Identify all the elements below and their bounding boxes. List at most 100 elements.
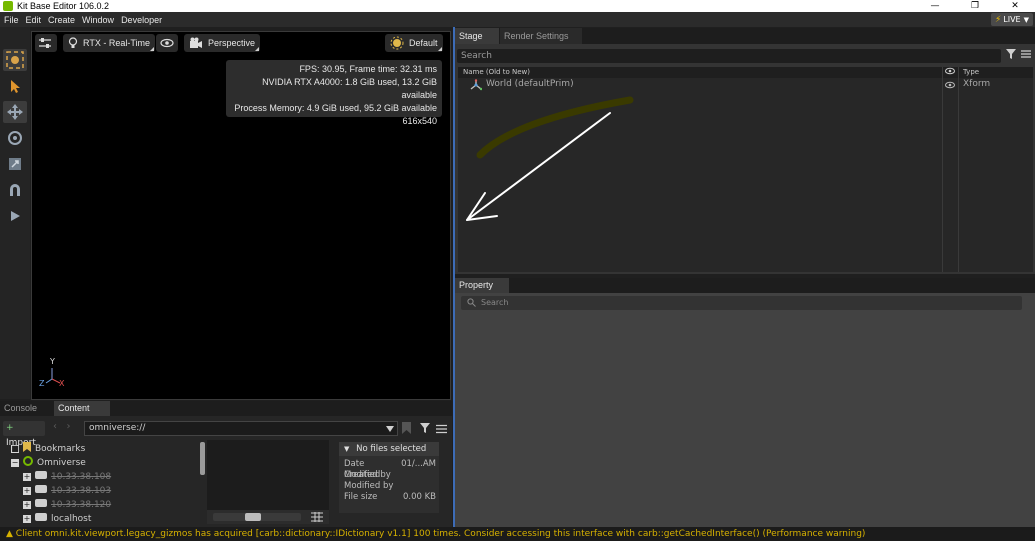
memory-stat: Process Memory: 4.9 GiB used, 95.2 GiB a…: [234, 103, 437, 113]
tree-item-bookmarks[interactable]: ■ Bookmarks: [11, 442, 85, 455]
camera-button[interactable]: Perspective: [184, 34, 261, 52]
detail-value: 01/...AM: [401, 459, 436, 469]
omniverse-icon: [23, 456, 33, 469]
tab-stage[interactable]: Stage: [455, 28, 499, 44]
column-separator: [942, 67, 943, 272]
chevron-down-icon: ▼: [1023, 15, 1029, 24]
move-tool[interactable]: [3, 101, 27, 123]
tab-render-settings[interactable]: Render Settings: [500, 28, 582, 44]
menu-file[interactable]: File: [0, 15, 22, 25]
render-mode-button[interactable]: RTX - Real-Time: [63, 34, 156, 52]
tree-expander[interactable]: +: [23, 486, 31, 495]
tree-item-label: Omniverse: [37, 457, 86, 468]
server-icon: [35, 485, 47, 496]
live-button[interactable]: ⚡ LIVE ▼: [990, 13, 1033, 26]
row-type: Xform: [963, 79, 991, 89]
sliders-icon: [39, 38, 51, 48]
slider-handle[interactable]: [245, 513, 261, 521]
filter-icon[interactable]: [1006, 49, 1016, 63]
path-input[interactable]: omniverse://: [84, 421, 398, 436]
status-bar: ▲ Client omni.kit.viewport.legacy_gizmos…: [0, 527, 1035, 541]
lighting-button[interactable]: Default: [385, 34, 443, 52]
column-type-header[interactable]: Type: [963, 68, 979, 76]
eye-icon: [160, 38, 174, 48]
close-button[interactable]: ✕: [995, 0, 1035, 12]
select-tool[interactable]: [3, 75, 27, 97]
detail-label: Created by: [344, 470, 391, 480]
rotate-icon: [8, 131, 22, 145]
tree-expander[interactable]: −: [11, 458, 19, 467]
tree-item-server[interactable]: + 10.33.38.108: [23, 470, 111, 483]
rotate-tool[interactable]: [3, 127, 27, 149]
select-mode-tool[interactable]: [3, 49, 27, 71]
file-grid[interactable]: [207, 440, 329, 524]
column-name-header[interactable]: Name (Old to New): [463, 68, 530, 76]
scale-icon: [9, 158, 21, 170]
detail-label: Date Modified: [344, 459, 381, 480]
detail-file-size: File size 0.00 KB: [339, 492, 439, 503]
lightning-icon: ⚡: [994, 14, 1002, 25]
tree-item-server[interactable]: + 10.33.38.103: [23, 484, 111, 497]
stage-search-input[interactable]: Search: [457, 49, 1001, 63]
tab-property[interactable]: Property: [455, 278, 509, 293]
grid-view-icon[interactable]: [311, 512, 323, 525]
menu-developer[interactable]: Developer: [117, 15, 165, 25]
tree-expander[interactable]: +: [23, 514, 31, 523]
menu-icon[interactable]: [1021, 49, 1031, 62]
lighting-label: Default: [409, 38, 438, 48]
lightbulb-icon: [68, 37, 78, 49]
viewport[interactable]: RTX - Real-Time Perspective Default FPS:…: [31, 31, 451, 400]
tree-scrollbar[interactable]: [200, 442, 205, 475]
minimize-button[interactable]: —: [915, 0, 955, 12]
thumbnail-size-slider[interactable]: [213, 513, 301, 521]
detail-created-by: Created by: [339, 470, 439, 481]
menu-create[interactable]: Create: [44, 15, 78, 25]
axis-z-label: Z: [39, 379, 45, 388]
tree-item-label: 10.33.38.108: [51, 471, 112, 482]
visibility-button[interactable]: [156, 34, 178, 52]
viewport-toolbar: RTX - Real-Time Perspective Default: [32, 32, 450, 54]
scale-tool[interactable]: [3, 153, 27, 175]
tab-console[interactable]: Console: [0, 401, 52, 416]
menu-bar: File Edit Create Window Developer ⚡ LIVE…: [0, 12, 1035, 27]
tree-item-label: localhost: [51, 513, 92, 524]
filter-icon[interactable]: [420, 423, 430, 437]
render-mode-label: RTX - Real-Time: [83, 38, 151, 48]
tree-item-localhost[interactable]: + localhost: [23, 512, 91, 525]
bookmark-icon[interactable]: [402, 422, 411, 437]
window-title: Kit Base Editor 106.0.2: [17, 1, 110, 11]
restore-button[interactable]: ❐: [955, 0, 995, 12]
stage-row-world[interactable]: World (defaultPrim) Xform: [458, 79, 1033, 91]
server-icon: [35, 499, 47, 510]
detail-date-modified: Date Modified 01/...AM: [339, 459, 439, 480]
move-icon: [7, 104, 23, 120]
stage-tree: Name (Old to New) Type World (defaultPri…: [458, 67, 1033, 272]
forward-arrow-icon[interactable]: ›: [67, 421, 71, 432]
magnet-icon: [10, 184, 20, 196]
viewport-settings-button[interactable]: [35, 34, 57, 52]
bookmark-icon: [23, 442, 31, 455]
menu-icon[interactable]: [436, 424, 447, 437]
property-search-input[interactable]: Search: [461, 296, 1022, 310]
arrow-cursor-icon: [11, 80, 20, 93]
back-arrow-icon[interactable]: ‹: [53, 421, 57, 432]
visibility-column-eye-icon[interactable]: [945, 67, 955, 77]
import-button[interactable]: + Import: [3, 421, 45, 448]
tree-item-label: 10.33.38.120: [51, 499, 112, 510]
row-visibility-eye-icon[interactable]: [945, 81, 955, 92]
menu-edit[interactable]: Edit: [22, 15, 45, 25]
tree-expander[interactable]: +: [23, 500, 31, 509]
content-browser: + Import ‹ › omniverse:// ■ Bookmarks − …: [0, 416, 452, 527]
tree-item-server[interactable]: + 10.33.38.120: [23, 498, 111, 511]
status-message: Client omni.kit.viewport.legacy_gizmos h…: [15, 529, 866, 539]
tree-expander[interactable]: ■: [11, 444, 19, 453]
tree-expander[interactable]: +: [23, 472, 31, 481]
path-dropdown-icon[interactable]: [386, 424, 394, 435]
play-icon: [11, 211, 20, 221]
menu-window[interactable]: Window: [78, 15, 117, 25]
tree-item-omniverse[interactable]: − Omniverse: [11, 456, 86, 469]
play-button[interactable]: [3, 205, 27, 227]
tab-content[interactable]: Content: [54, 401, 110, 416]
snap-tool[interactable]: [3, 179, 27, 201]
server-icon: [35, 513, 47, 524]
